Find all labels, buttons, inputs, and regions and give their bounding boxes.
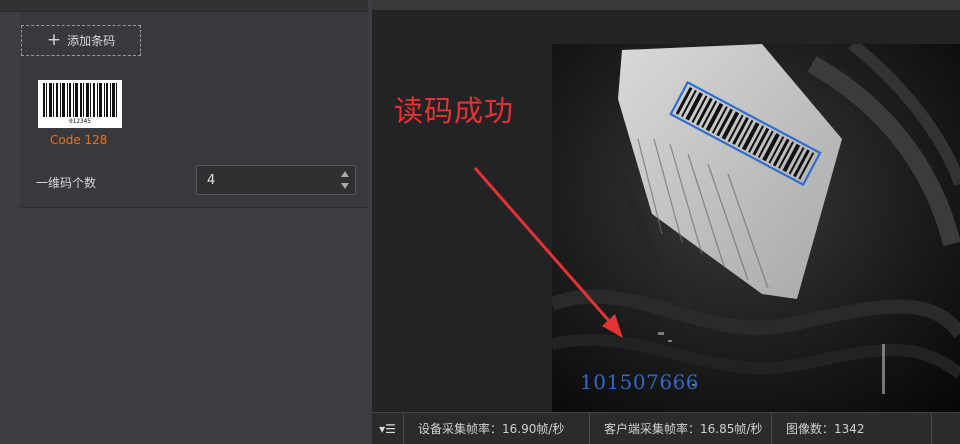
decoded-result-text: 101507666 xyxy=(580,370,700,394)
add-barcode-section: + 添加条码 xyxy=(20,12,368,68)
barcode-count-value[interactable]: 4 xyxy=(207,173,215,188)
barcode-count-stepper[interactable]: 4 xyxy=(196,165,356,195)
barcode-icon xyxy=(43,83,117,117)
red-arrow-annotation xyxy=(473,167,623,338)
increment-arrow-icon[interactable] xyxy=(341,171,349,177)
barcode-thumbnail[interactable]: 012345 xyxy=(38,80,122,128)
barcode-config-card: 012345 Code 128 一维码个数 4 xyxy=(20,68,368,208)
left-config-panel: + 添加条码 012345 Code 128 一维码个数 4 xyxy=(0,0,372,444)
panel-header-strip xyxy=(0,0,368,12)
status-menu-button[interactable]: ▾☰ xyxy=(372,412,404,444)
decode-success-text: 读码成功 xyxy=(394,94,515,128)
add-barcode-label: 添加条码 xyxy=(67,34,116,48)
device-fps-stat: 设备采集帧率：16.90帧/秒 xyxy=(404,412,590,444)
menu-icon: ▾☰ xyxy=(379,421,396,436)
add-barcode-button[interactable]: + 添加条码 xyxy=(21,25,141,56)
client-fps-stat: 客户端采集帧率：16.85帧/秒 xyxy=(590,412,772,444)
barcode-count-label: 一维码个数 xyxy=(36,176,97,190)
decrement-arrow-icon[interactable] xyxy=(341,183,349,189)
viewer-toolbar-strip xyxy=(372,0,960,10)
status-bar: ▾☰ 设备采集帧率：16.90帧/秒 客户端采集帧率：16.85帧/秒 图像数：… xyxy=(372,412,960,444)
image-viewer: 读码成功 101507666 xyxy=(372,0,960,444)
plus-icon: + xyxy=(46,30,62,50)
barcode-type-label: Code 128 xyxy=(50,133,108,147)
image-count-stat: 图像数：1342 xyxy=(772,412,932,444)
barcode-number: 012345 xyxy=(69,118,91,125)
app-window: + 添加条码 012345 Code 128 一维码个数 4 读码成功 1015… xyxy=(0,0,960,444)
